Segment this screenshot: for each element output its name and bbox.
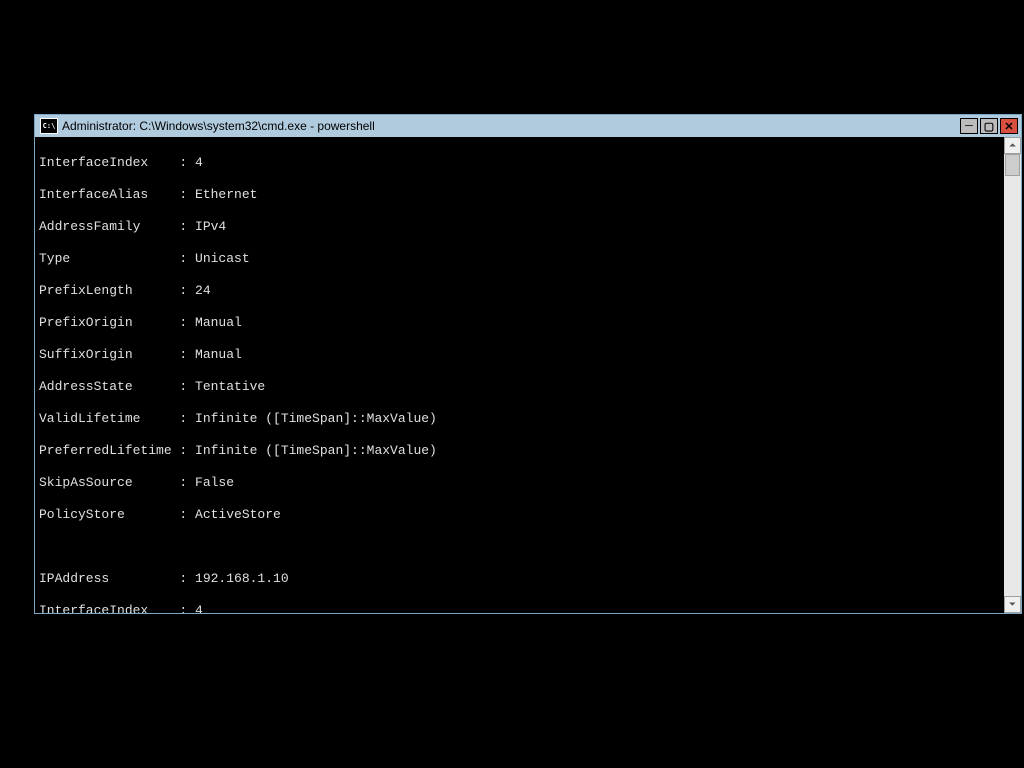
output-line: AddressFamily : IPv4 [39, 219, 1000, 235]
cmd-icon: C:\ [40, 118, 58, 134]
close-button[interactable]: ✕ [1000, 118, 1018, 134]
output-line: InterfaceAlias : Ethernet [39, 187, 1000, 203]
vertical-scrollbar[interactable]: ⏶ ⏷ [1004, 137, 1021, 613]
output-line: PrefixOrigin : Manual [39, 315, 1000, 331]
output-line: InterfaceIndex : 4 [39, 155, 1000, 171]
maximize-button[interactable]: ▢ [980, 118, 998, 134]
output-line: PolicyStore : ActiveStore [39, 507, 1000, 523]
chevron-up-icon: ⏶ [1009, 141, 1016, 151]
output-line: ValidLifetime : Infinite ([TimeSpan]::Ma… [39, 411, 1000, 427]
minimize-button[interactable]: ─ [960, 118, 978, 134]
output-line: SuffixOrigin : Manual [39, 347, 1000, 363]
cmd-window: C:\ Administrator: C:\Windows\system32\c… [34, 114, 1022, 614]
scroll-track[interactable] [1004, 154, 1021, 596]
output-line: PrefixLength : 24 [39, 283, 1000, 299]
output-line: InterfaceIndex : 4 [39, 603, 1000, 613]
chevron-down-icon: ⏷ [1009, 600, 1016, 610]
output-line: Type : Unicast [39, 251, 1000, 267]
scroll-up-button[interactable]: ⏶ [1004, 137, 1021, 154]
client-area: InterfaceIndex : 4 InterfaceAlias : Ethe… [35, 137, 1021, 613]
terminal-output[interactable]: InterfaceIndex : 4 InterfaceAlias : Ethe… [35, 137, 1004, 613]
scroll-thumb[interactable] [1005, 154, 1020, 176]
scroll-down-button[interactable]: ⏷ [1004, 596, 1021, 613]
output-line: PreferredLifetime : Infinite ([TimeSpan]… [39, 443, 1000, 459]
titlebar[interactable]: C:\ Administrator: C:\Windows\system32\c… [35, 115, 1021, 137]
output-line: AddressState : Tentative [39, 379, 1000, 395]
window-buttons: ─ ▢ ✕ [960, 118, 1021, 134]
output-line: IPAddress : 192.168.1.10 [39, 571, 1000, 587]
output-line: SkipAsSource : False [39, 475, 1000, 491]
window-title: Administrator: C:\Windows\system32\cmd.e… [62, 119, 375, 133]
